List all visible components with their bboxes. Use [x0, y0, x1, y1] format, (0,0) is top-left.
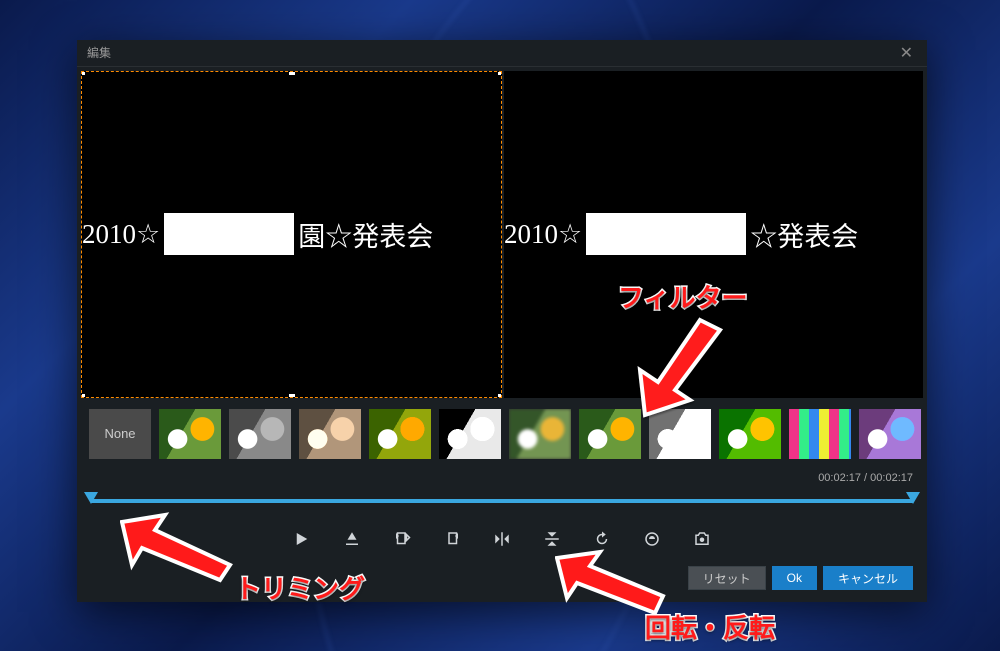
crop-handle[interactable] — [81, 394, 85, 398]
filter-thumb[interactable] — [719, 409, 781, 459]
mark-in-icon[interactable] — [341, 528, 363, 550]
crop-handle[interactable] — [498, 394, 502, 398]
preview-source-pane[interactable]: 2010☆ 園☆発表会 — [81, 71, 502, 398]
flip-vertical-icon[interactable] — [541, 528, 563, 550]
trim-end-handle[interactable] — [906, 492, 920, 504]
filter-none[interactable]: None — [89, 409, 151, 459]
filter-thumb[interactable] — [369, 409, 431, 459]
rotate-cw-icon[interactable] — [441, 528, 463, 550]
preview-result-text: 2010☆ ☆発表会 — [504, 213, 858, 255]
snapshot-icon[interactable] — [691, 528, 713, 550]
controls-row — [77, 518, 927, 560]
filter-thumb[interactable] — [509, 409, 571, 459]
preview-source-text: 2010☆ 園☆発表会 — [82, 213, 433, 255]
crop-handle[interactable] — [81, 71, 85, 75]
filter-thumb[interactable] — [299, 409, 361, 459]
footer-row: リセット Ok キャンセル — [77, 560, 927, 602]
crop-handle[interactable] — [289, 71, 295, 75]
trim-fill — [91, 499, 913, 503]
redacted-block — [164, 213, 294, 255]
redacted-block — [586, 213, 746, 255]
trim-bar[interactable] — [91, 490, 913, 519]
trim-start-handle[interactable] — [84, 492, 98, 504]
titlebar: 編集 ✕ — [77, 40, 927, 67]
filter-thumb[interactable] — [439, 409, 501, 459]
filter-thumb[interactable] — [579, 409, 641, 459]
filter-thumb[interactable] — [859, 409, 921, 459]
edit-dialog: 編集 ✕ 2010☆ 園☆発表会 2010☆ ☆発表会 — [77, 40, 927, 602]
undo-icon[interactable] — [591, 528, 613, 550]
crop-handle[interactable] — [498, 71, 502, 75]
ok-button[interactable]: Ok — [772, 566, 817, 590]
filter-thumb[interactable] — [159, 409, 221, 459]
filter-thumb[interactable] — [649, 409, 711, 459]
flip-horizontal-icon[interactable] — [491, 528, 513, 550]
time-display: 00:02:17 / 00:02:17 — [818, 472, 913, 484]
time-row: 00:02:17 / 00:02:17 — [77, 466, 927, 486]
cancel-button[interactable]: キャンセル — [823, 566, 913, 590]
preview-area: 2010☆ 園☆発表会 2010☆ ☆発表会 — [77, 67, 927, 402]
reset-button[interactable]: リセット — [688, 566, 766, 590]
annotation-rotate-flip: 回転・反転 — [645, 608, 775, 645]
filter-thumb[interactable] — [789, 409, 851, 459]
preview-result-pane: 2010☆ ☆発表会 — [504, 71, 923, 398]
play-icon[interactable] — [291, 528, 313, 550]
dialog-title: 編集 — [87, 44, 111, 61]
rotate-ccw-icon[interactable] — [391, 528, 413, 550]
special-icon[interactable] — [641, 528, 663, 550]
filter-strip: None — [77, 402, 927, 465]
close-icon[interactable]: ✕ — [896, 43, 917, 63]
crop-handle[interactable] — [289, 394, 295, 398]
filter-thumb[interactable] — [229, 409, 291, 459]
